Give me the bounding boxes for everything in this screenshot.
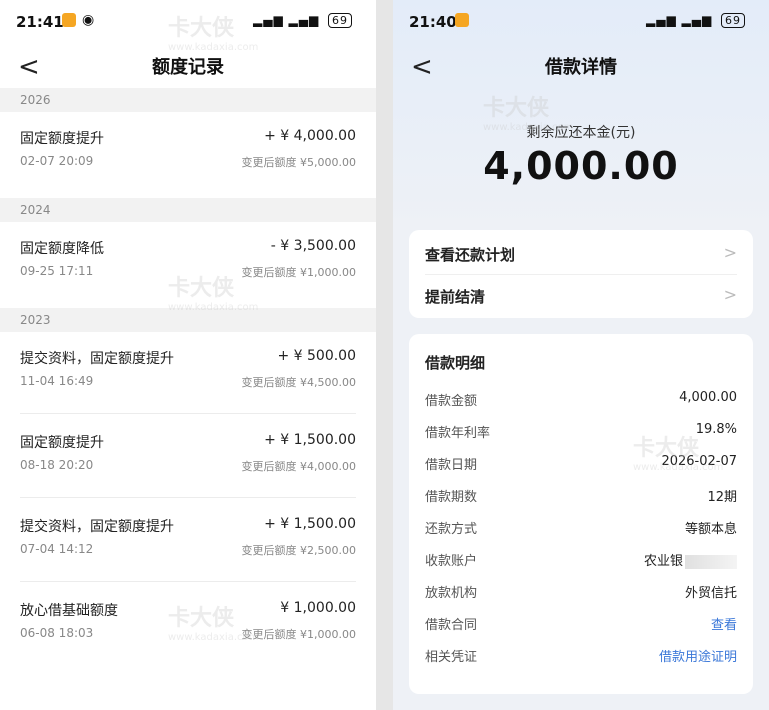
record-time: 11-04 16:49 xyxy=(20,374,94,388)
eye-icon: ◉ xyxy=(82,12,95,28)
record-item[interactable]: 固定额度降低 - ¥ 3,500.00 09-25 17:11 变更后额度 ¥1… xyxy=(20,224,356,304)
detail-value: 12期 xyxy=(707,490,737,505)
masked-account xyxy=(685,554,737,569)
status-bar: 21:40 ▂▄▆ ▂▄▆ 69 xyxy=(393,0,769,44)
detail-label: 放款机构 xyxy=(425,586,478,601)
page-title: 额度记录 xyxy=(152,57,224,78)
record-after-limit: 变更后额度 ¥1,000.00 xyxy=(241,266,356,279)
record-time: 07-04 14:12 xyxy=(20,542,94,556)
record-item[interactable]: 放心借基础额度 ¥ 1,000.00 06-08 18:03 变更后额度 ¥1,… xyxy=(20,586,356,666)
panel-divider xyxy=(376,0,393,710)
detail-row-date: 借款日期 2026-02-07 xyxy=(425,448,737,480)
detail-label: 借款日期 xyxy=(425,458,478,473)
remaining-principal-value: 4,000.00 xyxy=(483,144,679,188)
system-icons: ▂▄▆ ▂▄▆ 69 xyxy=(253,13,352,28)
remaining-principal-label: 剩余应还本金(元) xyxy=(526,125,636,141)
detail-row-rate: 借款年利率 19.8% xyxy=(425,416,737,448)
battery-icon: 69 xyxy=(328,13,352,28)
signal-icon: ▂▄▆ ▂▄▆ xyxy=(645,13,713,27)
app-notification-icon xyxy=(455,13,469,27)
record-title: 固定额度降低 xyxy=(20,241,104,257)
record-title: 放心借基础额度 xyxy=(20,603,118,619)
detail-row-amount: 借款金额 4,000.00 xyxy=(425,384,737,416)
detail-label: 收款账户 xyxy=(425,554,478,569)
detail-label: 相关凭证 xyxy=(425,650,478,665)
detail-row-contract: 借款合同 查看 xyxy=(425,608,737,640)
record-time: 09-25 17:11 xyxy=(20,264,94,278)
record-time: 02-07 20:09 xyxy=(20,154,94,168)
detail-value: 4,000.00 xyxy=(679,390,737,405)
detail-value: 外贸信托 xyxy=(684,586,737,601)
chevron-right-icon: > xyxy=(723,285,737,304)
record-time: 08-18 20:20 xyxy=(20,458,94,472)
chevron-right-icon: > xyxy=(723,243,737,262)
detail-value: 等额本息 xyxy=(684,522,737,537)
credit-record-screen: 21:41 ◉ ▂▄▆ ▂▄▆ 69 < 额度记录 2026 固定额度提升 + … xyxy=(0,0,376,710)
record-title: 固定额度提升 xyxy=(20,131,104,147)
detail-value: 2026-02-07 xyxy=(661,454,737,469)
detail-label: 借款金额 xyxy=(425,394,478,409)
record-item[interactable]: 固定额度提升 + ¥ 4,000.00 02-07 20:09 变更后额度 ¥5… xyxy=(20,114,356,194)
repayment-plan-label: 查看还款计划 xyxy=(425,246,516,264)
signal-icon: ▂▄▆ ▂▄▆ xyxy=(252,13,320,27)
status-time: 21:41 xyxy=(16,13,64,31)
detail-label: 还款方式 xyxy=(425,522,478,537)
row-divider xyxy=(20,497,356,498)
detail-value: 农业银 xyxy=(644,550,737,569)
app-notification-icon xyxy=(62,13,76,27)
detail-label: 借款期数 xyxy=(425,490,478,505)
detail-row-terms: 借款期数 12期 xyxy=(425,480,737,512)
loan-detail-card: 借款明细 借款金额 4,000.00 借款年利率 19.8% 借款日期 2026… xyxy=(409,334,753,694)
detail-label: 借款年利率 xyxy=(425,426,491,441)
view-contract-link[interactable]: 查看 xyxy=(711,614,737,633)
record-after-limit: 变更后额度 ¥5,000.00 xyxy=(241,156,356,169)
nav-bar: < 借款详情 xyxy=(393,44,769,88)
year-header: 2024 xyxy=(0,198,376,222)
record-after-limit: 变更后额度 ¥2,500.00 xyxy=(241,544,356,557)
record-time: 06-08 18:03 xyxy=(20,626,94,640)
record-title: 固定额度提升 xyxy=(20,435,104,451)
detail-row-method: 还款方式 等额本息 xyxy=(425,512,737,544)
record-item[interactable]: 提交资料，固定额度提升 + ¥ 500.00 11-04 16:49 变更后额度… xyxy=(20,334,356,414)
detail-label: 借款合同 xyxy=(425,618,478,633)
record-item[interactable]: 提交资料，固定额度提升 + ¥ 1,500.00 07-04 14:12 变更后… xyxy=(20,502,356,582)
early-settle-row[interactable]: 提前结清 > xyxy=(425,274,737,318)
row-divider xyxy=(20,413,356,414)
record-amount: + ¥ 500.00 xyxy=(277,348,356,364)
record-title: 提交资料，固定额度提升 xyxy=(20,351,174,367)
detail-value: 19.8% xyxy=(695,422,737,437)
record-amount: + ¥ 1,500.00 xyxy=(264,432,356,448)
detail-row-voucher: 相关凭证 借款用途证明 xyxy=(425,640,737,672)
record-item[interactable]: 固定额度提升 + ¥ 1,500.00 08-18 20:20 变更后额度 ¥4… xyxy=(20,418,356,498)
record-after-limit: 变更后额度 ¥1,000.00 xyxy=(241,628,356,641)
record-amount: + ¥ 4,000.00 xyxy=(264,128,356,144)
detail-row-account: 收款账户 农业银 xyxy=(425,544,737,576)
record-title: 提交资料，固定额度提升 xyxy=(20,519,174,535)
record-amount: + ¥ 1,500.00 xyxy=(264,516,356,532)
status-time: 21:40 xyxy=(409,13,457,31)
battery-icon: 69 xyxy=(721,13,745,28)
record-after-limit: 变更后额度 ¥4,000.00 xyxy=(241,460,356,473)
status-bar: 21:41 ◉ ▂▄▆ ▂▄▆ 69 xyxy=(0,0,376,44)
year-header: 2023 xyxy=(0,308,376,332)
record-after-limit: 变更后额度 ¥4,500.00 xyxy=(241,376,356,389)
loan-purpose-proof-link[interactable]: 借款用途证明 xyxy=(659,646,737,665)
system-icons: ▂▄▆ ▂▄▆ 69 xyxy=(646,13,745,28)
record-amount: ¥ 1,000.00 xyxy=(280,600,356,616)
page-title: 借款详情 xyxy=(545,57,617,78)
year-header: 2026 xyxy=(0,88,376,112)
detail-row-lender: 放款机构 外贸信托 xyxy=(425,576,737,608)
early-settle-label: 提前结清 xyxy=(425,288,486,306)
detail-title: 借款明细 xyxy=(425,354,486,372)
loan-detail-screen: 21:40 ▂▄▆ ▂▄▆ 69 < 借款详情 剩余应还本金(元) 4,000.… xyxy=(393,0,769,710)
record-amount: - ¥ 3,500.00 xyxy=(270,238,356,254)
nav-bar: < 额度记录 xyxy=(0,44,376,88)
row-divider xyxy=(20,581,356,582)
repayment-plan-row[interactable]: 查看还款计划 > xyxy=(425,232,737,276)
